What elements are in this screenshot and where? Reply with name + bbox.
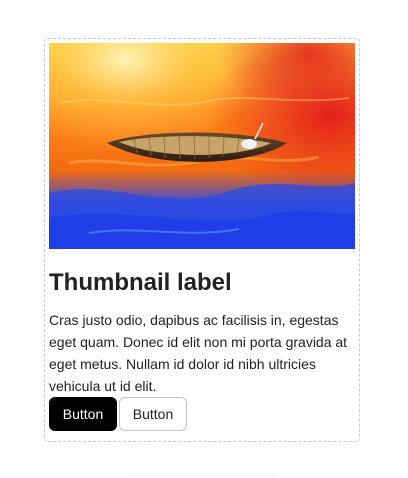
default-button[interactable]: Button: [119, 397, 187, 431]
thumbnail-caption: Thumbnail label Cras justo odio, dapibus…: [49, 263, 355, 397]
button-group: Button Button: [49, 397, 187, 431]
thumbnail-card: Thumbnail label Cras justo odio, dapibus…: [44, 38, 360, 442]
thumbnail-title: Thumbnail label: [49, 269, 232, 296]
thumbnail-image: [49, 43, 355, 249]
thumbnail-description: Cras justo odio, dapibus ac facilisis in…: [49, 312, 348, 394]
divider: [128, 474, 278, 476]
primary-button[interactable]: Button: [49, 397, 117, 431]
